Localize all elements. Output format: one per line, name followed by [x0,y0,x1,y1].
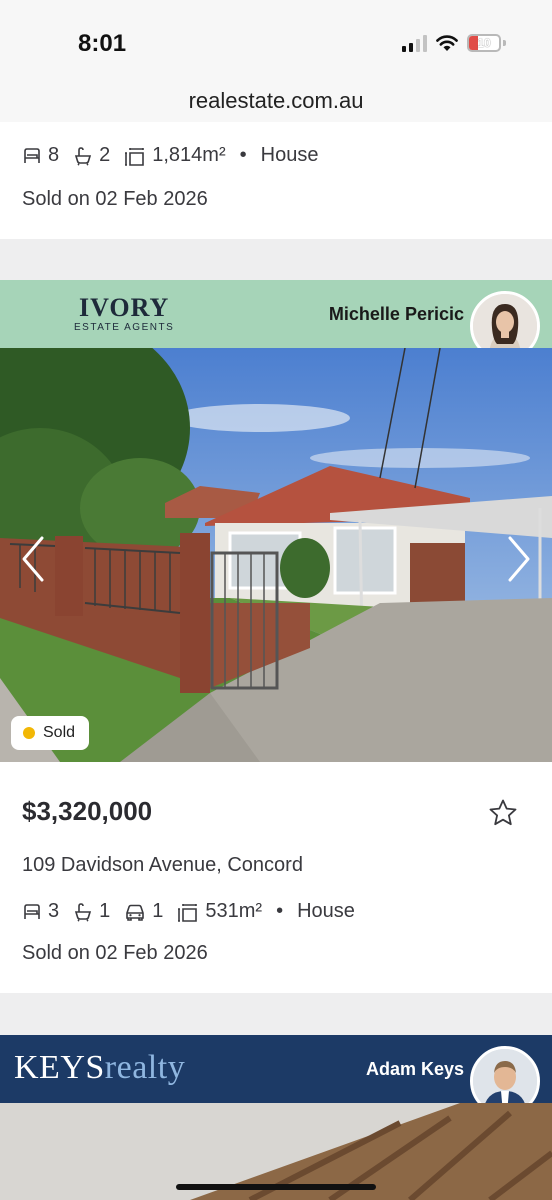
bath-icon [75,146,92,166]
status-icons: 10 [402,34,506,52]
status-dot [23,727,35,739]
url-text[interactable]: realestate.com.au [189,88,364,114]
agent-name[interactable]: Michelle Pericic [329,304,464,325]
land-size-icon [178,903,198,922]
sold-date: Sold on 02 Feb 2026 [22,942,208,964]
agency-logo: KEYSrealty [14,1049,186,1086]
listing-card[interactable]: IVORY ESTATE AGENTS Michelle Pericic Sol… [0,280,552,993]
car-icon [126,904,145,921]
battery-level: 10 [477,36,491,50]
status-badge: Sold [11,716,90,750]
chevron-left-icon[interactable] [18,534,48,584]
agent-name[interactable]: Adam Keys [366,1059,464,1080]
battery-icon: 10 [467,34,501,52]
agency-logo: IVORY ESTATE AGENTS [74,293,175,334]
property-type: House [297,900,355,922]
bathrooms-count: 1 [99,900,111,922]
listing-address[interactable]: 109 Davidson Avenue, Concord [22,854,303,877]
wifi-icon [436,35,458,51]
property-features: 8 2 1,814m² • House [22,144,318,167]
clock: 8:01 [78,30,127,57]
property-photo[interactable]: Sold [0,348,552,762]
property-features: 3 1 1 531m² • House [22,900,355,923]
status-badge-label: Sold [43,724,76,741]
home-indicator[interactable] [176,1184,376,1190]
bed-icon [24,903,40,919]
signal-icon [402,34,427,52]
star-icon[interactable] [488,798,518,828]
land-size-icon [125,147,145,166]
property-type: House [260,144,319,166]
bed-icon [24,147,40,163]
agency-banner[interactable]: IVORY ESTATE AGENTS Michelle Pericic [0,280,552,361]
bedrooms-count: 8 [48,144,60,166]
land-size: 531m² [205,900,263,922]
address-bar[interactable]: realestate.com.au [0,88,552,122]
sold-date: Sold on 02 Feb 2026 [22,188,208,210]
parking-count: 1 [152,900,164,922]
bath-icon [75,902,92,922]
land-size: 1,814m² [152,144,226,166]
chevron-right-icon[interactable] [504,534,534,584]
bedrooms-count: 3 [48,900,60,922]
status-bar: 8:01 10 [0,0,552,88]
bathrooms-count: 2 [99,144,111,166]
listing-card[interactable]: 8 2 1,814m² • House Sold on 02 Feb 2026 [0,122,552,239]
listing-price: $3,320,000 [22,796,153,826]
listing-card[interactable]: KEYSrealty Adam Keys [0,1035,552,1200]
agency-banner[interactable]: KEYSrealty Adam Keys [0,1035,552,1116]
